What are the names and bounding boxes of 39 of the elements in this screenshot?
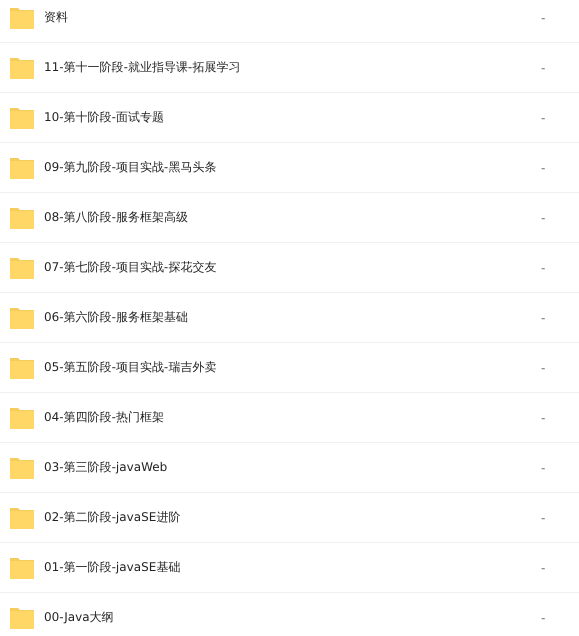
folder-icon — [10, 206, 34, 228]
folder-name[interactable]: 10-第十阶段-面试专题 — [44, 109, 541, 126]
file-size: - — [541, 610, 546, 624]
file-size: - — [541, 310, 546, 324]
folder-icon — [10, 6, 34, 28]
folder-icon — [10, 556, 34, 578]
file-size: - — [541, 510, 546, 524]
folder-name[interactable]: 03-第三阶段-javaWeb — [44, 459, 541, 476]
folder-name[interactable]: 01-第一阶段-javaSE基础 — [44, 559, 541, 576]
file-size: - — [541, 160, 546, 174]
folder-icon — [10, 256, 34, 278]
folder-name[interactable]: 08-第八阶段-服务框架高级 — [44, 209, 541, 226]
folder-name[interactable]: 资料 — [44, 9, 541, 26]
folder-icon — [10, 106, 34, 128]
folder-name[interactable]: 07-第七阶段-项目实战-探花交友 — [44, 259, 541, 276]
file-size: - — [541, 60, 546, 74]
folder-icon — [10, 606, 34, 628]
folder-icon — [10, 406, 34, 428]
file-size: - — [541, 110, 546, 124]
folder-icon — [10, 156, 34, 178]
folder-name[interactable]: 09-第九阶段-项目实战-黑马头条 — [44, 159, 541, 176]
folder-icon — [10, 356, 34, 378]
folder-icon — [10, 506, 34, 528]
folder-icon — [10, 456, 34, 478]
folder-name[interactable]: 06-第六阶段-服务框架基础 — [44, 309, 541, 326]
folder-name[interactable]: 11-第十一阶段-就业指导课-拓展学习 — [44, 59, 541, 76]
file-size: - — [541, 260, 546, 274]
file-size: - — [541, 560, 546, 574]
folder-icon — [10, 56, 34, 78]
file-size: - — [541, 460, 546, 474]
folder-name[interactable]: 02-第二阶段-javaSE进阶 — [44, 509, 541, 526]
file-size: - — [541, 210, 546, 224]
folder-icon — [10, 306, 34, 328]
file-size: - — [541, 360, 546, 374]
folder-name[interactable]: 00-Java大纲 — [44, 609, 541, 626]
file-size: - — [541, 410, 546, 424]
folder-name[interactable]: 05-第五阶段-项目实战-瑞吉外卖 — [44, 359, 541, 376]
file-size: - — [541, 10, 546, 24]
folder-name[interactable]: 04-第四阶段-热门框架 — [44, 409, 541, 426]
